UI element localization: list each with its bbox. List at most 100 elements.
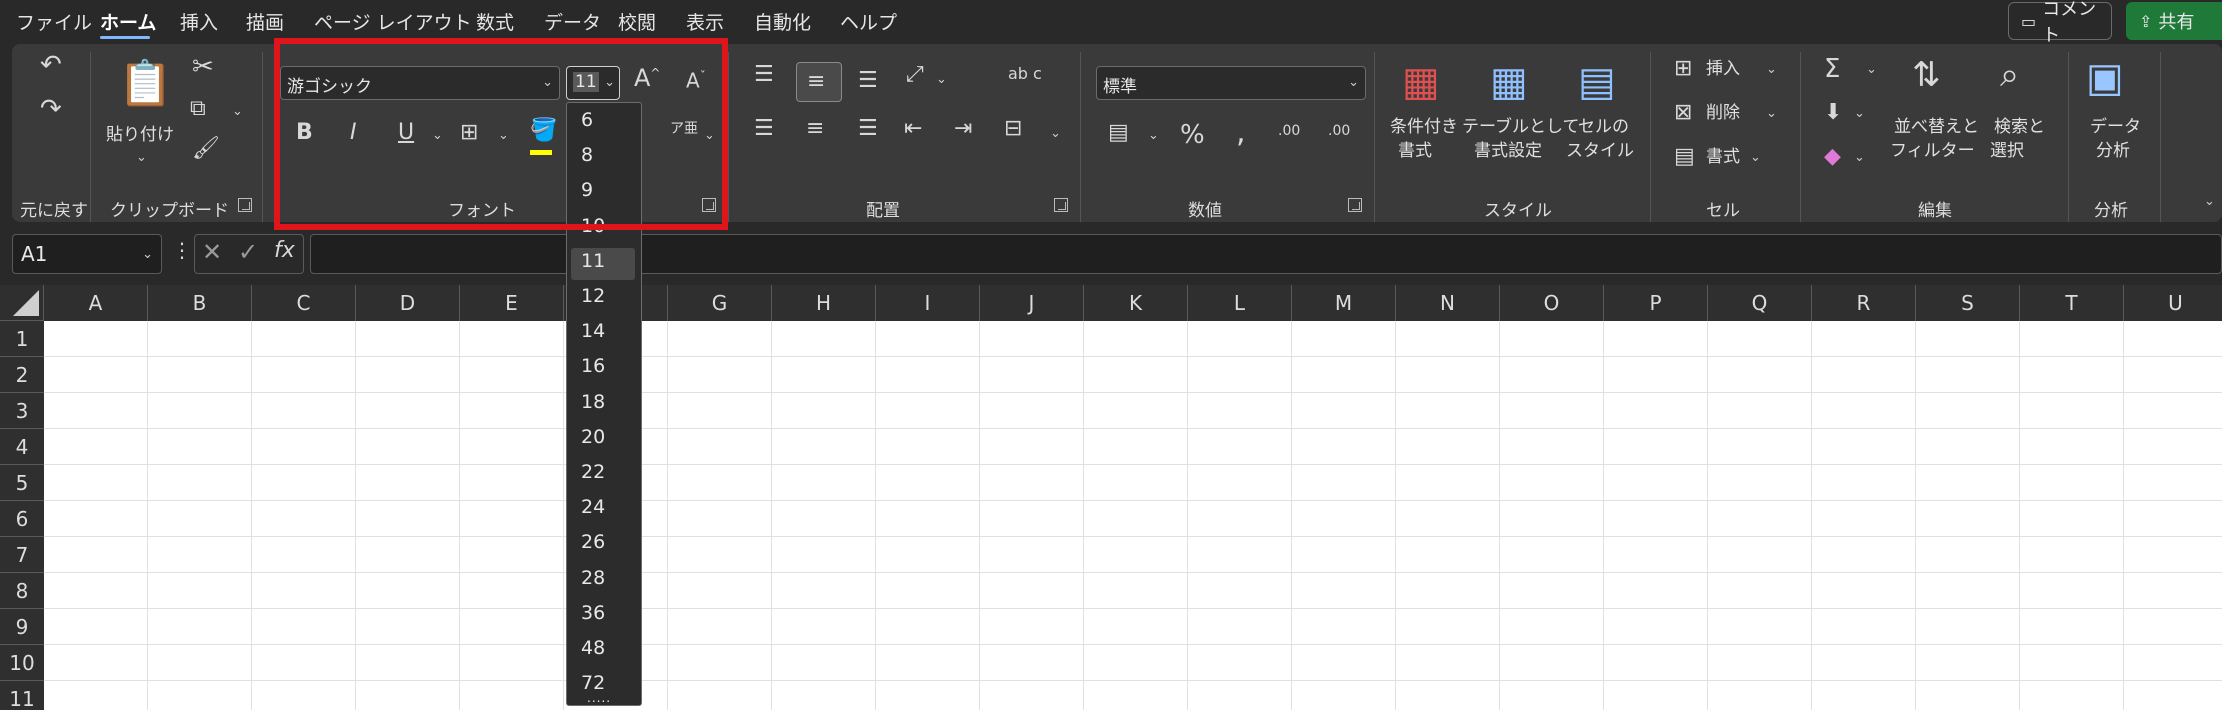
font-size-option[interactable]: 28: [581, 567, 605, 589]
insert-function-icon[interactable]: fx: [274, 240, 295, 262]
align-middle-button[interactable]: ≡: [796, 62, 842, 102]
font-size-option[interactable]: 48: [581, 637, 605, 659]
clear-chevron-icon[interactable]: ⌄: [1854, 150, 1865, 165]
font-size-option[interactable]: 22: [581, 461, 605, 483]
column-header[interactable]: Q: [1708, 285, 1812, 321]
format-as-table-icon[interactable]: ▦: [1490, 62, 1528, 102]
cell-styles-label-1[interactable]: セルの: [1578, 116, 1629, 138]
undo-icon[interactable]: ↶: [40, 52, 62, 78]
tab-page-layout[interactable]: ページ レイアウト: [314, 8, 472, 35]
row-header[interactable]: 1: [0, 321, 44, 357]
merge-chevron-icon[interactable]: ⌄: [1050, 126, 1061, 141]
analyze-data-icon[interactable]: ▣: [2086, 58, 2124, 98]
column-header[interactable]: U: [2124, 285, 2222, 321]
row-header[interactable]: 6: [0, 501, 44, 537]
decrease-decimal-icon[interactable]: .00: [1328, 124, 1350, 138]
column-header[interactable]: D: [356, 285, 460, 321]
fill-icon[interactable]: ⬇: [1824, 102, 1842, 124]
insert-cells-label[interactable]: 挿入: [1706, 58, 1740, 80]
analyze-data-label-2[interactable]: 分析: [2096, 140, 2130, 162]
row-header[interactable]: 9: [0, 609, 44, 645]
decrease-indent-icon[interactable]: ⇤: [904, 118, 922, 140]
autosum-chevron-icon[interactable]: ⌄: [1866, 62, 1877, 77]
column-header[interactable]: O: [1500, 285, 1604, 321]
column-header[interactable]: K: [1084, 285, 1188, 321]
format-as-table-label-2[interactable]: 書式設定: [1474, 140, 1542, 162]
copy-icon[interactable]: ⧉: [190, 98, 206, 120]
row-header[interactable]: 4: [0, 429, 44, 465]
format-cells-icon[interactable]: ▤: [1674, 146, 1695, 168]
alignment-launcher-icon[interactable]: [1054, 198, 1068, 212]
analyze-data-label-1[interactable]: データ: [2090, 116, 2141, 138]
column-header[interactable]: H: [772, 285, 876, 321]
font-size-option[interactable]: 18: [581, 391, 605, 413]
tab-formulas[interactable]: 数式: [476, 8, 514, 35]
orientation-icon[interactable]: ⤢: [906, 64, 924, 86]
format-chevron-icon[interactable]: ⌄: [1750, 150, 1761, 165]
column-header[interactable]: S: [1916, 285, 2020, 321]
fill-chevron-icon[interactable]: ⌄: [1854, 106, 1865, 121]
font-size-option[interactable]: 11: [581, 250, 605, 272]
format-as-table-label-1[interactable]: テーブルとして: [1462, 116, 1579, 138]
percent-style-icon[interactable]: %: [1180, 122, 1205, 148]
align-right-icon[interactable]: ☰: [858, 118, 878, 140]
cell-grid[interactable]: [44, 321, 2222, 710]
column-header[interactable]: M: [1292, 285, 1396, 321]
paste-chevron-icon[interactable]: ⌄: [136, 150, 147, 165]
column-header[interactable]: G: [668, 285, 772, 321]
number-launcher-icon[interactable]: [1348, 198, 1362, 212]
find-select-label-1[interactable]: 検索と: [1994, 116, 2045, 138]
clear-icon[interactable]: ◆: [1824, 146, 1841, 168]
column-header[interactable]: A: [44, 285, 148, 321]
increase-decimal-icon[interactable]: .00: [1278, 124, 1300, 138]
column-header[interactable]: B: [148, 285, 252, 321]
conditional-formatting-icon[interactable]: ▦: [1402, 62, 1440, 102]
paste-button-label[interactable]: 貼り付け: [106, 124, 174, 146]
format-painter-icon[interactable]: 🖌: [192, 138, 220, 160]
delete-cells-label[interactable]: 削除: [1706, 102, 1740, 124]
delete-chevron-icon[interactable]: ⌄: [1766, 106, 1777, 121]
cell-styles-label-2[interactable]: スタイル: [1566, 140, 1634, 162]
row-header[interactable]: 3: [0, 393, 44, 429]
column-header[interactable]: P: [1604, 285, 1708, 321]
copy-chevron-icon[interactable]: ⌄: [232, 104, 243, 119]
select-all-button[interactable]: [0, 285, 44, 321]
delete-cells-icon[interactable]: ⊠: [1674, 102, 1692, 124]
cut-icon[interactable]: ✂: [192, 54, 214, 80]
row-header[interactable]: 2: [0, 357, 44, 393]
sort-filter-label-2[interactable]: フィルター: [1890, 140, 1975, 162]
more-options-icon[interactable]: ⋮: [172, 240, 192, 260]
font-size-option[interactable]: 12: [581, 285, 605, 307]
clipboard-launcher-icon[interactable]: [238, 198, 252, 212]
align-bottom-icon[interactable]: ☰: [858, 70, 878, 92]
tab-review[interactable]: 校閲: [618, 8, 656, 35]
column-header[interactable]: T: [2020, 285, 2124, 321]
name-box[interactable]: A1 ⌄: [12, 234, 162, 274]
sort-filter-label-1[interactable]: 並べ替えと: [1894, 116, 1979, 138]
column-header[interactable]: I: [876, 285, 980, 321]
tab-home[interactable]: ホーム: [100, 8, 156, 35]
font-size-option[interactable]: 36: [581, 602, 605, 624]
tab-file[interactable]: ファイル: [16, 8, 92, 35]
sort-filter-icon[interactable]: ⇅: [1912, 58, 1941, 92]
align-top-icon[interactable]: ☰: [754, 64, 774, 86]
cancel-icon[interactable]: ✕: [202, 240, 222, 264]
insert-cells-icon[interactable]: ⊞: [1674, 58, 1692, 80]
tab-view[interactable]: 表示: [686, 8, 724, 35]
comma-style-icon[interactable]: ,: [1236, 118, 1246, 148]
row-header[interactable]: 7: [0, 537, 44, 573]
cell-styles-icon[interactable]: ▤: [1578, 62, 1616, 102]
column-header[interactable]: N: [1396, 285, 1500, 321]
tab-automate[interactable]: 自動化: [754, 8, 811, 35]
column-header[interactable]: R: [1812, 285, 1916, 321]
row-header[interactable]: 5: [0, 465, 44, 501]
tab-help[interactable]: ヘルプ: [840, 8, 897, 35]
font-size-option[interactable]: 26: [581, 531, 605, 553]
tab-insert[interactable]: 挿入: [180, 8, 218, 35]
conditional-formatting-label-2[interactable]: 書式: [1398, 140, 1432, 162]
wrap-text-icon[interactable]: ab c: [1008, 66, 1042, 82]
ribbon-collapse-chevron-icon[interactable]: ⌄: [2204, 194, 2215, 209]
autosum-icon[interactable]: Σ: [1824, 56, 1840, 82]
tab-data[interactable]: データ: [544, 8, 601, 35]
paste-icon[interactable]: 📋: [118, 62, 173, 106]
